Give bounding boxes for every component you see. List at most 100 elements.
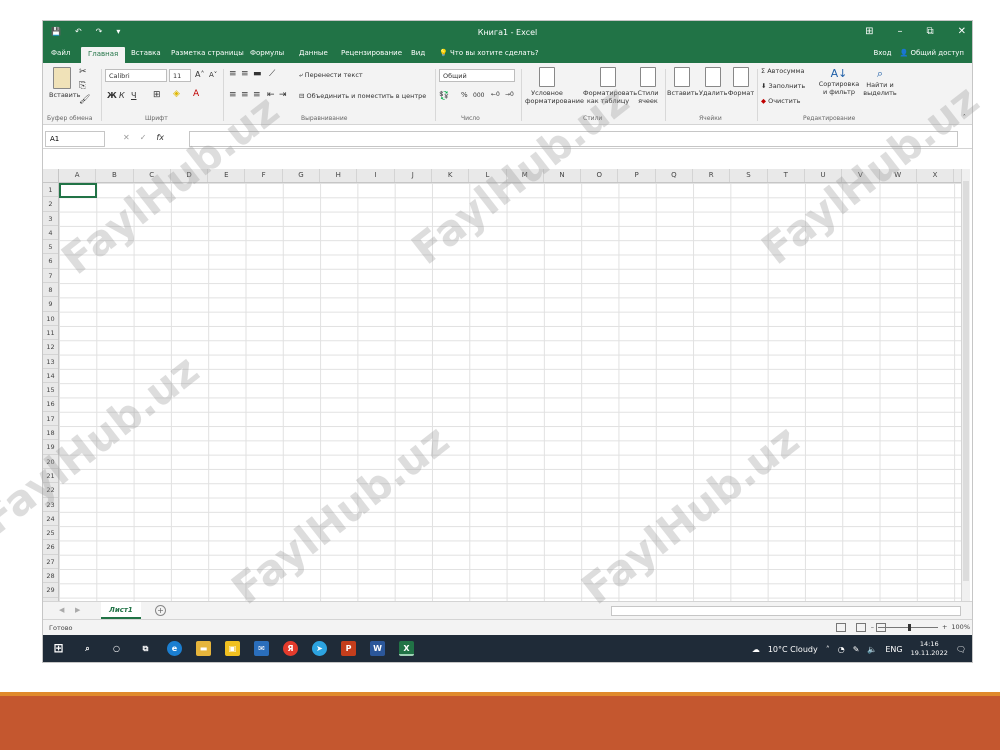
format-cells-button[interactable]: Формат [727, 67, 755, 97]
column-header[interactable]: K [432, 169, 470, 182]
insert-cells-button[interactable]: Вставить [667, 67, 698, 97]
column-header[interactable]: T [768, 169, 805, 182]
column-header[interactable]: C [134, 169, 171, 182]
scroll-thumb[interactable] [963, 181, 969, 581]
zoom-out-icon[interactable]: – [871, 623, 874, 631]
column-header[interactable]: I [357, 169, 395, 182]
zoom-in-icon[interactable]: + [942, 623, 947, 631]
insert-function-button[interactable]: fx [156, 133, 164, 142]
clock[interactable]: 14:16 19.11.2022 [911, 640, 948, 658]
volume-icon[interactable]: 🔈 [867, 645, 877, 654]
row-header[interactable]: 12 [43, 340, 58, 355]
add-sheet-button[interactable]: + [155, 605, 166, 616]
font-name-select[interactable]: Calibri [105, 69, 167, 82]
row-header[interactable]: 13 [43, 355, 58, 369]
align-left-icon[interactable]: ≡ [229, 90, 237, 100]
select-all-corner[interactable] [43, 169, 59, 183]
column-header[interactable]: N [544, 169, 582, 182]
tab-page-layout[interactable]: Разметка страницы [171, 49, 244, 57]
cells-area[interactable] [59, 183, 963, 601]
notifications-icon[interactable]: 🗨 [956, 645, 966, 654]
column-header[interactable]: P [618, 169, 656, 182]
row-header[interactable]: 24 [43, 512, 58, 527]
column-header[interactable]: L [469, 169, 507, 182]
weather-text[interactable]: 10°C Cloudy [768, 645, 818, 654]
active-cell[interactable] [59, 183, 97, 198]
file-explorer-icon[interactable]: ▬ [196, 641, 211, 656]
powerpoint-icon[interactable]: P [341, 641, 356, 656]
align-center-icon[interactable]: ≡ [241, 90, 249, 100]
fill-button[interactable]: ⬇ Заполнить [761, 82, 805, 90]
tab-data[interactable]: Данные [299, 49, 328, 57]
column-header[interactable]: R [693, 169, 731, 182]
page-layout-view-icon[interactable] [856, 623, 866, 632]
number-format-select[interactable]: Общий [439, 69, 515, 82]
row-header[interactable]: 5 [43, 240, 58, 255]
format-painter-icon[interactable]: 🖌 [79, 95, 90, 105]
row-header[interactable]: 17 [43, 412, 58, 427]
row-header[interactable]: 16 [43, 397, 58, 412]
windows-start-icon[interactable]: ⊞ [51, 641, 66, 656]
zoom-slider[interactable] [877, 623, 938, 631]
row-header[interactable]: 21 [43, 469, 58, 484]
row-header[interactable]: 28 [43, 569, 58, 584]
decrease-indent-icon[interactable]: ⇤ [267, 90, 275, 100]
wrap-text-button[interactable]: ⤶ Перенести текст [299, 71, 363, 80]
enter-icon[interactable]: ✓ [140, 133, 147, 142]
ribbon-display-icon[interactable]: ⊞ [865, 26, 873, 37]
row-header[interactable]: 10 [43, 312, 58, 326]
sheet-tab[interactable]: Лист1 [101, 602, 141, 619]
row-header[interactable]: 8 [43, 283, 58, 298]
row-header[interactable]: 20 [43, 455, 58, 469]
tab-formulas[interactable]: Формулы [250, 49, 284, 57]
align-right-icon[interactable]: ≡ [253, 90, 261, 100]
grow-font-icon[interactable]: A˄ [195, 70, 204, 79]
mail-icon[interactable]: ✉ [254, 641, 269, 656]
edge-icon[interactable]: e [167, 641, 182, 656]
shrink-font-icon[interactable]: A˅ [209, 71, 217, 79]
row-header[interactable]: 11 [43, 326, 58, 341]
row-header[interactable]: 27 [43, 555, 58, 570]
align-top-icon[interactable]: ≡ [229, 69, 237, 79]
next-sheet-icon[interactable]: ▶ [75, 606, 80, 614]
restore-button[interactable]: ⧉ [926, 26, 933, 37]
column-header[interactable]: G [283, 169, 321, 182]
row-header[interactable]: 6 [43, 254, 58, 269]
conditional-formatting-button[interactable]: Условное форматирование [525, 67, 584, 105]
row-header[interactable]: 23 [43, 498, 58, 512]
thousands-button[interactable]: 000 [473, 92, 484, 99]
signin-link[interactable]: Вход [873, 49, 891, 57]
underline-button[interactable]: Ч [131, 91, 136, 100]
row-header[interactable]: 19 [43, 440, 58, 455]
format-as-table-button[interactable]: Форматировать как таблицу [583, 67, 637, 105]
font-color-icon[interactable]: A [193, 89, 199, 99]
italic-button[interactable]: К [119, 91, 125, 100]
increase-indent-icon[interactable]: ⇥ [279, 90, 287, 100]
store-icon[interactable]: ▣ [225, 641, 240, 656]
cut-icon[interactable]: ✂ [79, 67, 87, 77]
row-header[interactable]: 7 [43, 269, 58, 284]
column-header[interactable]: D [171, 169, 209, 182]
tray-chevron-icon[interactable]: ˄ [826, 645, 830, 654]
zoom-knob[interactable] [907, 623, 911, 631]
tell-me-search[interactable]: 💡 Что вы хотите сделать? [439, 49, 539, 57]
clear-button[interactable]: ◆ Очистить [761, 97, 800, 105]
collapse-ribbon-icon[interactable]: ˄ [963, 113, 966, 121]
delete-cells-button[interactable]: Удалить [699, 67, 727, 97]
column-header[interactable]: J [395, 169, 432, 182]
increase-decimal-icon[interactable]: ←0 [491, 91, 500, 98]
find-select-button[interactable]: ⌕ Найти и выделить [863, 67, 897, 97]
tab-insert[interactable]: Вставка [131, 49, 161, 57]
row-header[interactable]: 15 [43, 383, 58, 398]
tab-home[interactable]: Главная [81, 47, 126, 63]
yandex-icon[interactable]: Я [283, 641, 298, 656]
word-icon[interactable]: W [370, 641, 385, 656]
column-header[interactable]: W [880, 169, 917, 182]
decrease-decimal-icon[interactable]: →0 [505, 91, 514, 98]
formula-input[interactable] [189, 131, 958, 147]
row-header[interactable]: 3 [43, 212, 58, 226]
cortana-icon[interactable]: ○ [109, 641, 124, 656]
row-header[interactable]: 18 [43, 426, 58, 441]
column-header[interactable]: A [59, 169, 97, 182]
pen-icon[interactable]: ✎ [853, 645, 860, 654]
